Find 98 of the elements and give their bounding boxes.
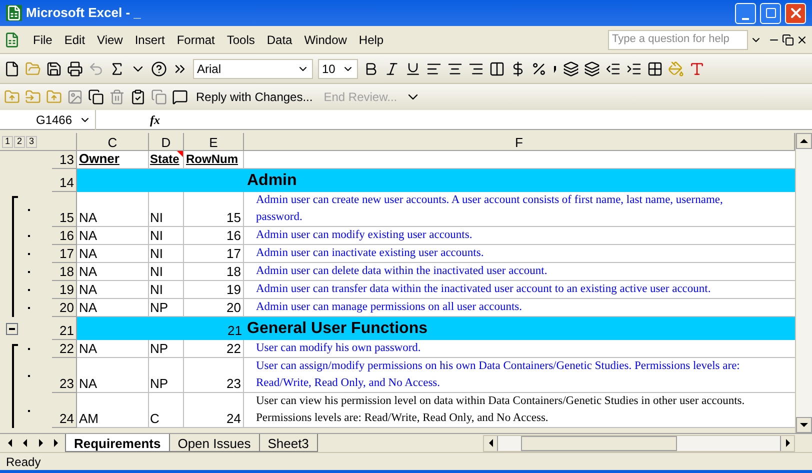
row-header[interactable]: 18	[52, 263, 77, 281]
scroll-up-button[interactable]	[796, 133, 812, 149]
scroll-thumb[interactable]	[521, 436, 677, 450]
column-header[interactable]: E	[184, 133, 244, 150]
left-arrow-icon[interactable]	[488, 439, 492, 447]
table-heading: State	[150, 151, 180, 168]
help-icon[interactable]	[151, 60, 167, 76]
row-header[interactable]: 19	[52, 281, 77, 299]
row-header[interactable]: 21	[52, 317, 77, 340]
row-header[interactable]: 13	[52, 151, 77, 169]
requirement-text: Admin user can modify existing user accounts.	[256, 228, 472, 243]
vertical-scrollbar[interactable]	[795, 133, 812, 433]
excel-logo-icon	[6, 5, 22, 21]
outline-level-button[interactable]: 1	[2, 136, 13, 148]
requirement-text: Admin user can delete data within the inactivated user account.	[256, 264, 548, 279]
requirement-text: User can modify his own password.	[256, 341, 421, 356]
menu-item[interactable]: File	[28, 30, 58, 48]
decrease-indent-icon[interactable]	[605, 60, 621, 76]
windows-icon[interactable]	[88, 89, 104, 105]
close-button[interactable]	[785, 2, 806, 24]
maximize-button[interactable]	[760, 2, 781, 24]
borders-icon[interactable]	[647, 60, 663, 76]
table-cell: AM	[77, 393, 149, 428]
clipboard-icon[interactable]	[130, 89, 146, 105]
window-title: Microsoft Excel - _	[26, 4, 142, 22]
section-title: Admin	[246, 171, 298, 191]
row-header[interactable]: 23	[52, 358, 77, 393]
print-icon[interactable]	[67, 60, 83, 76]
menu-item[interactable]: Edit	[59, 30, 90, 48]
sheet-tab[interactable]: Requirements	[65, 434, 170, 452]
minimize-button[interactable]	[735, 2, 756, 24]
table-heading: RowNum	[186, 151, 238, 168]
menu-item[interactable]: Tools	[222, 30, 260, 48]
reply-with-changes-button[interactable]: Reply with Changes...	[193, 88, 316, 106]
table-cell: 24	[184, 393, 244, 428]
requirement-text: Admin user can create new user accounts. A user account consists of first name, last name, username, password.	[256, 193, 724, 225]
increase-indent-icon[interactable]	[626, 60, 642, 76]
menu-item[interactable]: Help	[354, 30, 389, 48]
restore-icon[interactable]	[782, 34, 794, 46]
row-header[interactable]: 22	[52, 340, 77, 358]
workbook-icon[interactable]	[4, 32, 20, 48]
requirement-text: Admin user can manage permissions on all user accounts.	[256, 300, 522, 315]
underline-icon[interactable]	[405, 60, 421, 76]
outline-bracket-tick	[12, 196, 18, 198]
row-header[interactable]: 20	[52, 299, 77, 317]
name-box[interactable]: G1466	[0, 110, 96, 130]
column-header[interactable]: C	[77, 133, 149, 150]
requirement-text: User can assign/modify permissions on his own Data Containers/Genetic Studies. Permissions levels are: Read/Write, Read Only, and No Access.	[256, 359, 741, 391]
maximize-icon	[764, 7, 776, 19]
close-icon[interactable]	[796, 34, 808, 46]
menu-item[interactable]: View	[92, 30, 128, 48]
align-center-icon[interactable]	[447, 60, 463, 76]
section-title: General User Functions	[246, 319, 428, 339]
row-header[interactable]: 24	[52, 393, 77, 428]
function-label[interactable]: fx	[150, 110, 160, 128]
picture-tool-icon[interactable]	[67, 89, 83, 105]
requirement-text: Admin user can inactivate existing user accounts.	[256, 246, 484, 261]
down-arrow-icon	[800, 423, 808, 427]
outline-level-button[interactable]: 3	[26, 136, 37, 148]
requirement-text: User can view his permission level on data within Data Containers/Genetic Studies in other user accounts. Permissions levels are: Read/Write, Read Only, and No Access.	[256, 394, 746, 426]
scroll-down-button[interactable]	[796, 417, 812, 433]
column-header[interactable]: D	[149, 133, 184, 150]
horizontal-scrollbar[interactable]	[483, 434, 795, 452]
right-arrow-icon[interactable]	[786, 439, 790, 447]
menu-item[interactable]: Format	[172, 30, 220, 48]
collapse-button[interactable]	[6, 322, 18, 334]
table-cell: C	[149, 393, 184, 428]
outline-level-button[interactable]: 2	[14, 136, 25, 148]
font-field[interactable]: Arial	[193, 58, 313, 78]
menu-item[interactable]: Data	[262, 30, 298, 48]
italic-icon[interactable]	[384, 60, 400, 76]
align-left-icon[interactable]	[426, 60, 442, 76]
save-icon[interactable]	[46, 60, 62, 76]
table-heading: Owner	[79, 151, 120, 168]
menu-item[interactable]: Insert	[130, 30, 170, 48]
row-header[interactable]: 16	[52, 227, 77, 245]
comment-icon[interactable]	[172, 89, 188, 105]
percent-icon[interactable]	[531, 60, 547, 76]
comma-icon[interactable]	[552, 64, 558, 74]
fill-color-icon[interactable]	[668, 60, 684, 76]
font-color-icon[interactable]	[689, 60, 705, 76]
delete-icon[interactable]	[109, 89, 125, 105]
up-arrow-icon	[800, 139, 808, 143]
comment-marker-icon	[177, 151, 183, 157]
menu-item[interactable]: Window	[299, 30, 352, 48]
row-header[interactable]: 17	[52, 245, 77, 263]
merge-cells-icon[interactable]	[489, 60, 505, 76]
status-text: Ready	[6, 454, 41, 470]
row-header[interactable]: 14	[52, 169, 77, 192]
align-right-icon[interactable]	[468, 60, 484, 76]
requirement-text: Admin user can transfer data within the inactivated user account to an existing active user account.	[256, 282, 711, 297]
font-size-field[interactable]: 10	[318, 58, 358, 78]
sheet-tab[interactable]: Sheet3	[258, 434, 318, 452]
outline-bracket-tick	[12, 344, 18, 346]
table-cell-text: 21	[228, 322, 242, 340]
new-document-icon[interactable]	[4, 60, 20, 76]
help-search-field[interactable]: Type a question for help	[608, 30, 748, 50]
row-header[interactable]: 15	[52, 192, 77, 227]
